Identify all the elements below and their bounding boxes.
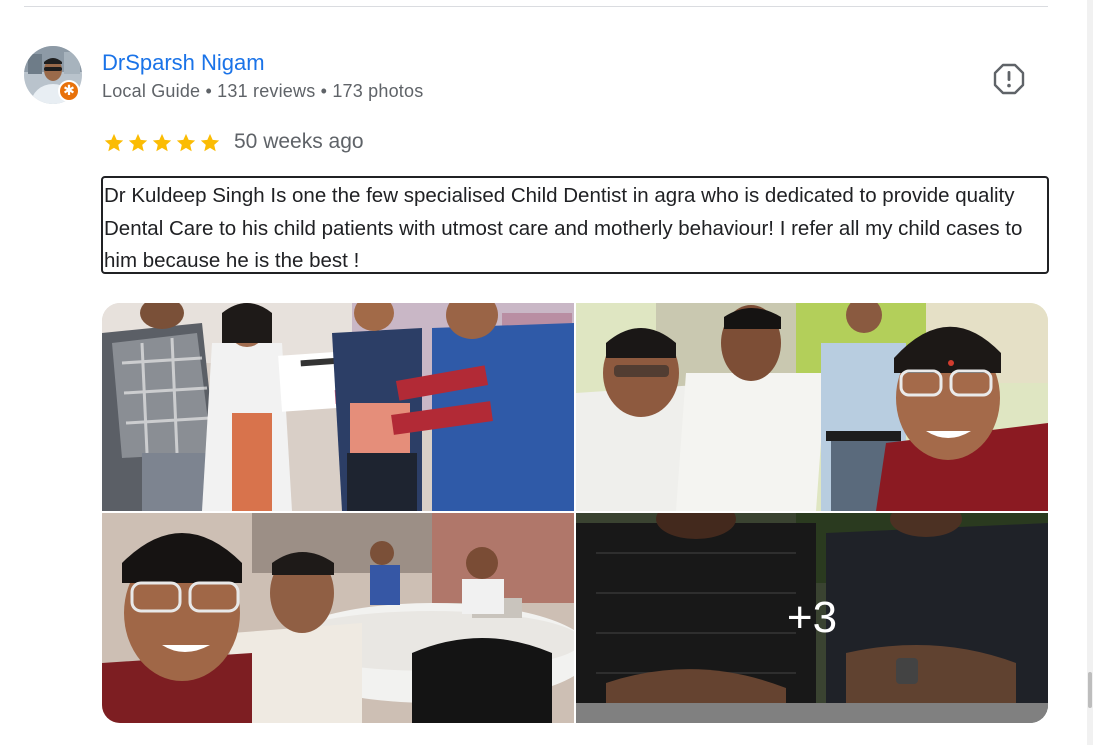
report-review-button[interactable] — [990, 60, 1028, 98]
star-icon — [152, 133, 172, 152]
star-rating — [103, 132, 221, 154]
group-selfie-photo[interactable] — [576, 303, 1048, 511]
scrollbar-thumb[interactable] — [1088, 672, 1092, 708]
star-icon — [176, 133, 196, 152]
review-text: Dr Kuldeep Singh Is one the few speciali… — [104, 184, 1023, 272]
reviewer-meta[interactable]: Local Guide • 131 reviews • 173 photos — [102, 81, 423, 102]
review-card: ✱ DrSparsh Nigam Local Guide • 131 revie… — [0, 0, 1093, 745]
report-review-icon — [993, 63, 1025, 95]
scrollbar[interactable] — [1087, 0, 1093, 745]
local-guide-badge: ✱ — [58, 80, 80, 102]
star-icon — [128, 133, 148, 152]
local-guide-star-icon: ✱ — [60, 82, 78, 100]
star-icon — [104, 133, 124, 152]
more-photos-overlay[interactable]: +3 — [576, 513, 1048, 723]
divider — [24, 6, 1048, 7]
review-time: 50 weeks ago — [234, 130, 364, 153]
clinic-photo[interactable]: +3 — [576, 513, 1048, 723]
more-photos-count[interactable]: +3 — [787, 593, 837, 643]
photo-grid: +3 — [102, 303, 1048, 723]
review-text-box: Dr Kuldeep Singh Is one the few speciali… — [101, 176, 1049, 274]
conference-selfie-photo[interactable] — [102, 513, 574, 723]
certificate-ceremony-photo[interactable] — [102, 303, 574, 511]
star-icon — [200, 133, 220, 152]
reviewer-name[interactable]: DrSparsh Nigam — [102, 50, 265, 76]
